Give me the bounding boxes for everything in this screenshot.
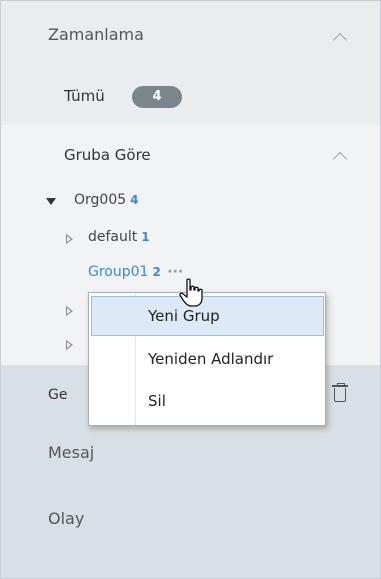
tree-node-label: Org005 [74,192,127,208]
tree-node-org005[interactable]: Org005 4 [74,192,139,208]
menu-item-label: Yeni Grup [148,307,220,325]
schedule-section: Zamanlama Tümü 4 [1,1,380,125]
tree-node-count: 2 [152,265,161,279]
caret-right-icon[interactable] [66,234,73,244]
hand-cursor-icon [179,278,203,307]
tree-node-count: 4 [130,193,139,207]
tree-node-group01[interactable]: Group01 2 ··· [88,264,183,280]
tree-node-label: Group01 [88,264,149,280]
menu-item-label: Yeniden Adlandır [148,350,274,368]
trash-icon[interactable] [332,383,348,403]
tree-node-label: default [88,229,138,245]
all-count-badge: 4 [132,86,182,108]
caret-right-icon[interactable] [66,340,73,350]
caret-down-icon[interactable] [46,198,56,205]
general-item-label[interactable]: Ge [48,387,67,403]
menu-item-rename[interactable]: Yeniden Adlandır [92,340,322,378]
tree-node-count: 1 [141,230,150,244]
by-group-title[interactable]: Gruba Göre [64,146,151,164]
menu-item-label: Sil [148,392,166,410]
nav-item-message[interactable]: Mesaj [48,443,94,462]
context-menu: Yeni Grup Yeniden Adlandır Sil [88,292,326,426]
chevron-up-icon[interactable] [332,151,348,167]
sidebar-panel: Zamanlama Tümü 4 Gruba Göre Org005 4 defa… [0,0,381,579]
caret-right-icon[interactable] [66,306,73,316]
tree-node-default[interactable]: default 1 [88,229,150,245]
menu-item-new-group[interactable]: Yeni Grup [91,296,324,336]
chevron-up-icon[interactable] [332,32,348,48]
schedule-title[interactable]: Zamanlama [48,25,144,44]
menu-item-delete[interactable]: Sil [92,382,322,420]
all-filter-label[interactable]: Tümü [64,87,105,105]
nav-item-event[interactable]: Olay [48,509,84,528]
